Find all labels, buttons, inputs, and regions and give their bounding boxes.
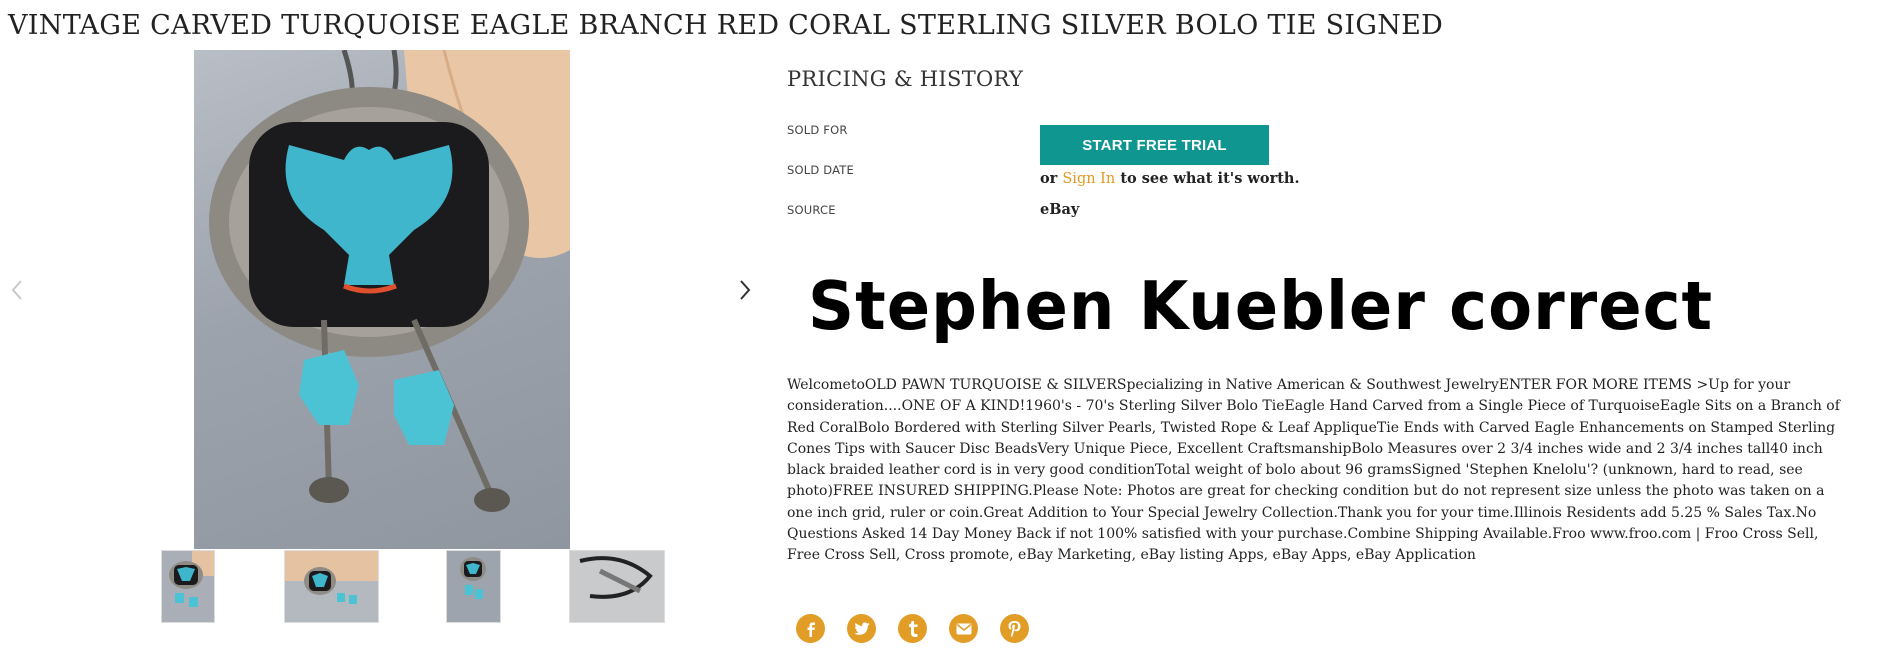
sold-for-label: SOLD FOR	[787, 123, 848, 137]
share-tumblr-button[interactable]	[898, 614, 927, 643]
pinterest-icon	[1008, 620, 1021, 637]
chevron-right-icon	[740, 280, 751, 300]
or-text: or	[1040, 170, 1058, 187]
thumbnail-image	[447, 551, 500, 622]
share-buttons	[796, 614, 1029, 643]
gallery-prev-button[interactable]	[4, 277, 30, 303]
gallery-next-button[interactable]	[732, 277, 758, 303]
chevron-left-icon	[11, 280, 22, 300]
facebook-icon	[807, 622, 815, 637]
sign-in-suffix: to see what it's worth.	[1120, 170, 1300, 187]
item-description: WelcometoOLD PAWN TURQUOISE & SILVERSpec…	[787, 377, 1840, 564]
thumbnail-2[interactable]	[284, 550, 379, 623]
handwritten-note: Stephen Kuebler correct	[808, 268, 1714, 346]
share-pinterest-button[interactable]	[1000, 614, 1029, 643]
thumbnail-image	[162, 551, 214, 622]
source-label: SOURCE	[787, 203, 836, 217]
thumbnail-4[interactable]	[569, 550, 665, 623]
email-icon	[956, 623, 971, 634]
twitter-icon	[853, 622, 870, 635]
tumblr-icon	[908, 620, 917, 637]
share-twitter-button[interactable]	[847, 614, 876, 643]
thumbnail-image	[285, 551, 378, 622]
thumbnail-3[interactable]	[446, 550, 501, 623]
main-product-photo[interactable]	[194, 50, 570, 549]
thumbnail-image	[570, 551, 664, 622]
source-value: eBay	[1040, 201, 1080, 218]
share-facebook-button[interactable]	[796, 614, 825, 643]
thumbnail-1[interactable]	[161, 550, 215, 623]
start-free-trial-button[interactable]: START FREE TRIAL	[1040, 125, 1269, 165]
pricing-history-heading: PRICING & HISTORY	[787, 67, 1024, 91]
sold-date-label: SOLD DATE	[787, 163, 854, 177]
sign-in-prompt: or Sign In to see what it's worth.	[1040, 170, 1300, 187]
share-email-button[interactable]	[949, 614, 978, 643]
sign-in-link[interactable]: Sign In	[1062, 171, 1115, 187]
product-title: VINTAGE CARVED TURQUOISE EAGLE BRANCH RE…	[8, 10, 1444, 41]
bolo-tie-photo	[209, 50, 570, 512]
